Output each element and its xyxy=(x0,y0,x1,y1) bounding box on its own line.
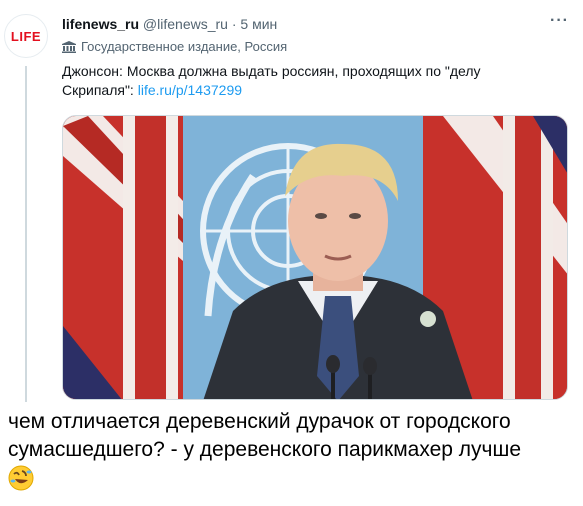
government-building-icon xyxy=(62,40,76,53)
tweet-time[interactable]: 5 мин xyxy=(240,16,277,32)
more-dots-icon[interactable]: ··· xyxy=(550,12,569,30)
state-media-label: Государственное издание, Россия xyxy=(62,39,287,54)
caption-line-2: сумасшедшего? - у деревенского парикмахе… xyxy=(8,438,522,461)
tweet-photo[interactable] xyxy=(62,115,568,400)
header-separator: · xyxy=(231,16,237,32)
caption-line-1: чем отличается деревенский дурачок от го… xyxy=(8,410,511,433)
tweet-header: lifenews_ru @lifenews_ru · 5 мин xyxy=(62,15,277,33)
tweet-text: Джонсон: Москва должна выдать россиян, п… xyxy=(62,62,552,100)
state-media-label-text: Государственное издание, Россия xyxy=(81,39,288,54)
tweet-link[interactable]: life.ru/p/1437299 xyxy=(138,82,242,98)
tweet-card[interactable]: LIFE lifenews_ru @lifenews_ru · 5 мин ··… xyxy=(0,0,583,402)
avatar-logo: LIFE xyxy=(10,28,42,44)
author-name[interactable]: lifenews_ru xyxy=(62,16,139,32)
meme-caption: чем отличается деревенский дурачок от го… xyxy=(8,408,578,492)
rolling-laughing-emoji-icon xyxy=(8,465,34,491)
author-handle[interactable]: @lifenews_ru xyxy=(143,16,228,32)
avatar[interactable]: LIFE xyxy=(4,14,48,58)
tweet-body: Джонсон: Москва должна выдать россиян, п… xyxy=(62,63,481,98)
thread-line xyxy=(25,66,27,402)
press-conference-photo xyxy=(63,116,567,399)
